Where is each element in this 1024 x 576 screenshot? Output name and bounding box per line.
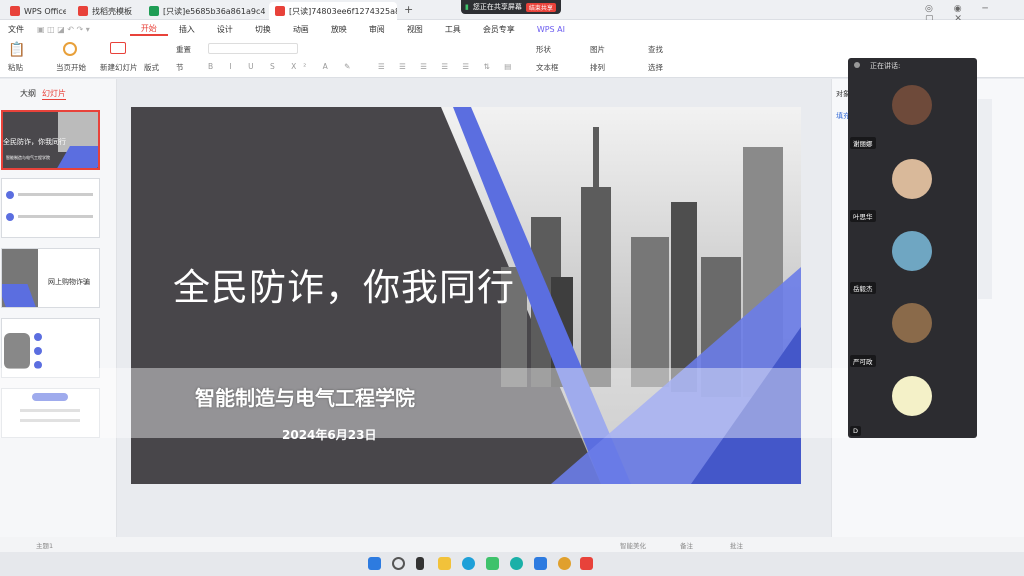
participant-avatar — [892, 85, 932, 125]
sheet-icon — [149, 6, 159, 16]
arrange-button[interactable]: 排列 — [590, 62, 605, 73]
theme-label: 主题1 — [36, 542, 54, 550]
participant-name: 叶思华 — [850, 210, 876, 222]
app-icon[interactable] — [510, 557, 523, 570]
section-button[interactable]: 节 — [176, 62, 184, 73]
from-current-button[interactable]: 当页开始 — [56, 62, 86, 73]
picture-button[interactable]: 图片 — [590, 44, 605, 55]
shape-button[interactable]: 形状 — [536, 44, 551, 55]
comment-button[interactable]: 批注 — [730, 540, 743, 550]
slide-subtitle: 智能制造与电气工程学院 — [195, 386, 415, 410]
tab-template[interactable]: 找稻壳模板 — [72, 2, 140, 20]
new-slide-button[interactable]: 新建幻灯片 — [100, 62, 138, 73]
slide-thumbnail-panel: 大纲 幻灯片 全民防诈，你我同行 智能制造与电气工程学院 网上购物诈骗 — [0, 79, 117, 537]
tab-presentation[interactable]: [只读]74803ee6f1274325a8 ✕ — [269, 2, 397, 20]
thumb-title: 全民防诈，你我同行 — [3, 138, 66, 146]
thumb-text: 网上购物诈骗 — [48, 278, 90, 286]
layout-button[interactable]: 版式 — [144, 62, 159, 73]
status-bar: 主题1 智能美化 备注 批注 — [0, 537, 1024, 552]
notes-button[interactable]: 备注 — [680, 540, 693, 550]
tab-label: 找稻壳模板 — [92, 6, 132, 16]
speaker-avatar-icon — [854, 62, 860, 68]
slide-title: 全民防诈，你我同行 — [173, 266, 515, 309]
menu-view[interactable]: 视图 — [396, 24, 434, 35]
thumb-subtitle: 智能制造与电气工程学院 — [6, 155, 50, 160]
menu-home[interactable]: 开始 — [129, 23, 168, 36]
task-view-icon[interactable] — [416, 557, 424, 570]
quick-access-toolbar[interactable]: ▣ ◫ ◪ ↶ ↷ ▾ — [35, 25, 130, 34]
menu-tools[interactable]: 工具 — [434, 24, 472, 35]
paste-button[interactable]: 粘贴 — [8, 62, 23, 73]
share-banner: ▮ 您正在共享屏幕 结束共享 — [461, 0, 561, 14]
font-select[interactable] — [208, 43, 298, 54]
participant-avatar — [892, 376, 932, 416]
speaking-header: 正在讲话: — [870, 62, 901, 70]
chrome-icon[interactable] — [558, 557, 571, 570]
new-tab-button[interactable]: + — [404, 3, 413, 16]
end-share-button[interactable]: 结束共享 — [525, 2, 556, 12]
slide-date: 2024年6月23日 — [282, 428, 377, 442]
search-icon[interactable] — [392, 557, 405, 570]
meeting-app-icon[interactable] — [534, 557, 547, 570]
select-button[interactable]: 选择 — [648, 62, 663, 73]
start-icon[interactable] — [368, 557, 381, 570]
wps-logo-icon — [10, 6, 20, 16]
tab-wps-office[interactable]: WPS Office — [4, 2, 66, 20]
signal-icon: ▮ — [465, 3, 469, 11]
share-status: 您正在共享屏幕 — [472, 3, 522, 11]
menu-animation[interactable]: 动画 — [282, 24, 320, 35]
find-button[interactable]: 查找 — [648, 44, 663, 55]
presentation-icon — [275, 6, 285, 16]
tab-slides[interactable]: 幻灯片 — [42, 88, 66, 100]
participant-avatar — [892, 231, 932, 271]
paste-icon[interactable]: 📋 — [8, 42, 25, 58]
play-from-current-icon[interactable] — [63, 42, 77, 56]
participant-name: 谢丽娜 — [850, 137, 876, 149]
menu-design[interactable]: 设计 — [206, 24, 244, 35]
participant-name: 严可政 — [850, 355, 876, 367]
menu-transition[interactable]: 切换 — [244, 24, 282, 35]
slide-thumbnail-1[interactable]: 全民防诈，你我同行 智能制造与电气工程学院 — [1, 110, 100, 170]
tab-outline[interactable]: 大纲 — [20, 88, 36, 99]
paragraph-buttons[interactable]: ☰ ☰ ☰ ☰ ☰ ⇅ ▤ — [378, 62, 517, 71]
reset-button[interactable]: 重置 — [176, 44, 191, 55]
tab-sheet[interactable]: [只读]e5685b36a861a9c43a3a81c — [143, 2, 265, 20]
participant-name: 岳毅杰 — [850, 282, 876, 294]
tab-label: WPS Office — [24, 6, 66, 16]
participant-avatar — [892, 303, 932, 343]
new-slide-icon[interactable] — [110, 42, 126, 54]
tab-label: [只读]74803ee6f1274325a8 — [289, 6, 397, 16]
menu-member[interactable]: 会员专享 — [472, 24, 526, 35]
textbox-button[interactable]: 文本框 — [536, 62, 559, 73]
slide-thumbnail-2[interactable] — [1, 178, 100, 238]
participant-avatar — [892, 159, 932, 199]
slide-thumbnail-3[interactable]: 网上购物诈骗 — [1, 248, 100, 308]
overlay-band — [0, 368, 848, 438]
title-bar: WPS Office 找稻壳模板 [只读]e5685b36a861a9c43a3… — [0, 0, 1024, 24]
menu-review[interactable]: 审阅 — [358, 24, 396, 35]
menu-file[interactable]: 文件 — [0, 24, 35, 35]
meeting-video-panel: 正在讲话: 谢丽娜 叶思华 岳毅杰 严可政 D — [848, 58, 977, 438]
app-icon[interactable] — [486, 557, 499, 570]
wps-taskbar-icon[interactable] — [580, 557, 593, 570]
participant-name: D — [850, 426, 862, 436]
menu-insert[interactable]: 插入 — [168, 24, 206, 35]
font-format-buttons[interactable]: B I U S X² A ✎ — [208, 62, 357, 71]
menu-slideshow[interactable]: 放映 — [320, 24, 358, 35]
edge-icon[interactable] — [462, 557, 475, 570]
side-toolbar[interactable] — [978, 99, 992, 299]
tab-label: [只读]e5685b36a861a9c43a3a81c — [163, 6, 265, 16]
taskbar — [0, 552, 1024, 576]
template-icon — [78, 6, 88, 16]
menu-wps-ai[interactable]: WPS AI — [526, 25, 576, 34]
file-explorer-icon[interactable] — [438, 557, 451, 570]
smart-beautify-button[interactable]: 智能美化 — [620, 540, 646, 550]
menu-bar: 文件 ▣ ◫ ◪ ↶ ↷ ▾ 开始 插入 设计 切换 动画 放映 审阅 视图 工… — [0, 20, 1024, 38]
